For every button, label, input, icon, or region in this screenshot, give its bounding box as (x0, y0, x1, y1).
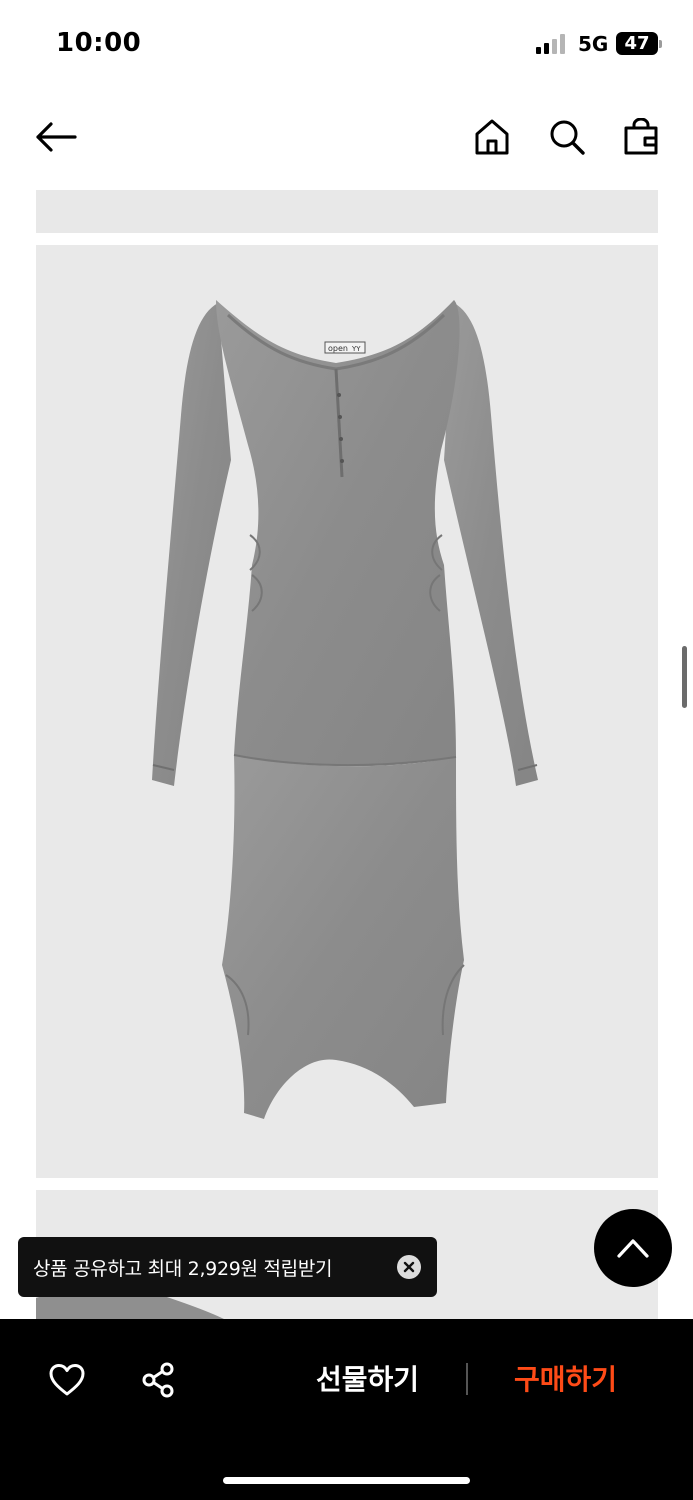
top-nav (0, 100, 693, 174)
gift-button[interactable]: 선물하기 (300, 1357, 435, 1403)
heart-icon (49, 1364, 85, 1396)
buy-button[interactable]: 구매하기 (498, 1357, 633, 1403)
share-button[interactable] (138, 1359, 180, 1401)
search-button[interactable] (542, 112, 592, 162)
bottom-action-bar: 선물하기 구매하기 (0, 1319, 693, 1500)
product-image-main[interactable]: open YY (36, 245, 658, 1178)
share-icon (142, 1362, 174, 1398)
status-bar: 10:00 5G 47 (0, 0, 693, 90)
scroll-indicator[interactable] (682, 646, 687, 708)
search-icon (550, 120, 585, 155)
wishlist-button[interactable] (46, 1359, 88, 1401)
back-arrow-icon (36, 122, 77, 152)
scroll-to-top-button[interactable] (594, 1209, 672, 1287)
cart-button[interactable] (616, 112, 666, 162)
product-image-previous (36, 190, 658, 233)
home-icon (475, 119, 509, 155)
product-detail-page: 10:00 5G 47 open YY 상품 공유하고 최대 2,929원 적립… (0, 0, 693, 1500)
dress-image: open YY (152, 300, 538, 1119)
home-indicator (223, 1477, 470, 1484)
battery-icon: 47 (616, 32, 662, 55)
network-type: 5G (578, 32, 609, 56)
toast-close-button[interactable] (397, 1255, 421, 1279)
brand-label-left: open (328, 344, 348, 353)
signal-icon (536, 34, 568, 54)
close-icon (403, 1261, 415, 1273)
brand-label-right: YY (351, 345, 361, 353)
button-divider (466, 1363, 468, 1395)
chevron-up-icon (617, 1239, 649, 1258)
toast-message: 상품 공유하고 최대 2,929원 적립받기 (33, 1257, 333, 1280)
home-button[interactable] (467, 112, 517, 162)
shopping-bag-icon (624, 118, 658, 155)
status-time: 10:00 (56, 28, 142, 58)
back-button[interactable] (31, 112, 81, 162)
share-reward-toast: 상품 공유하고 최대 2,929원 적립받기 (18, 1237, 437, 1297)
